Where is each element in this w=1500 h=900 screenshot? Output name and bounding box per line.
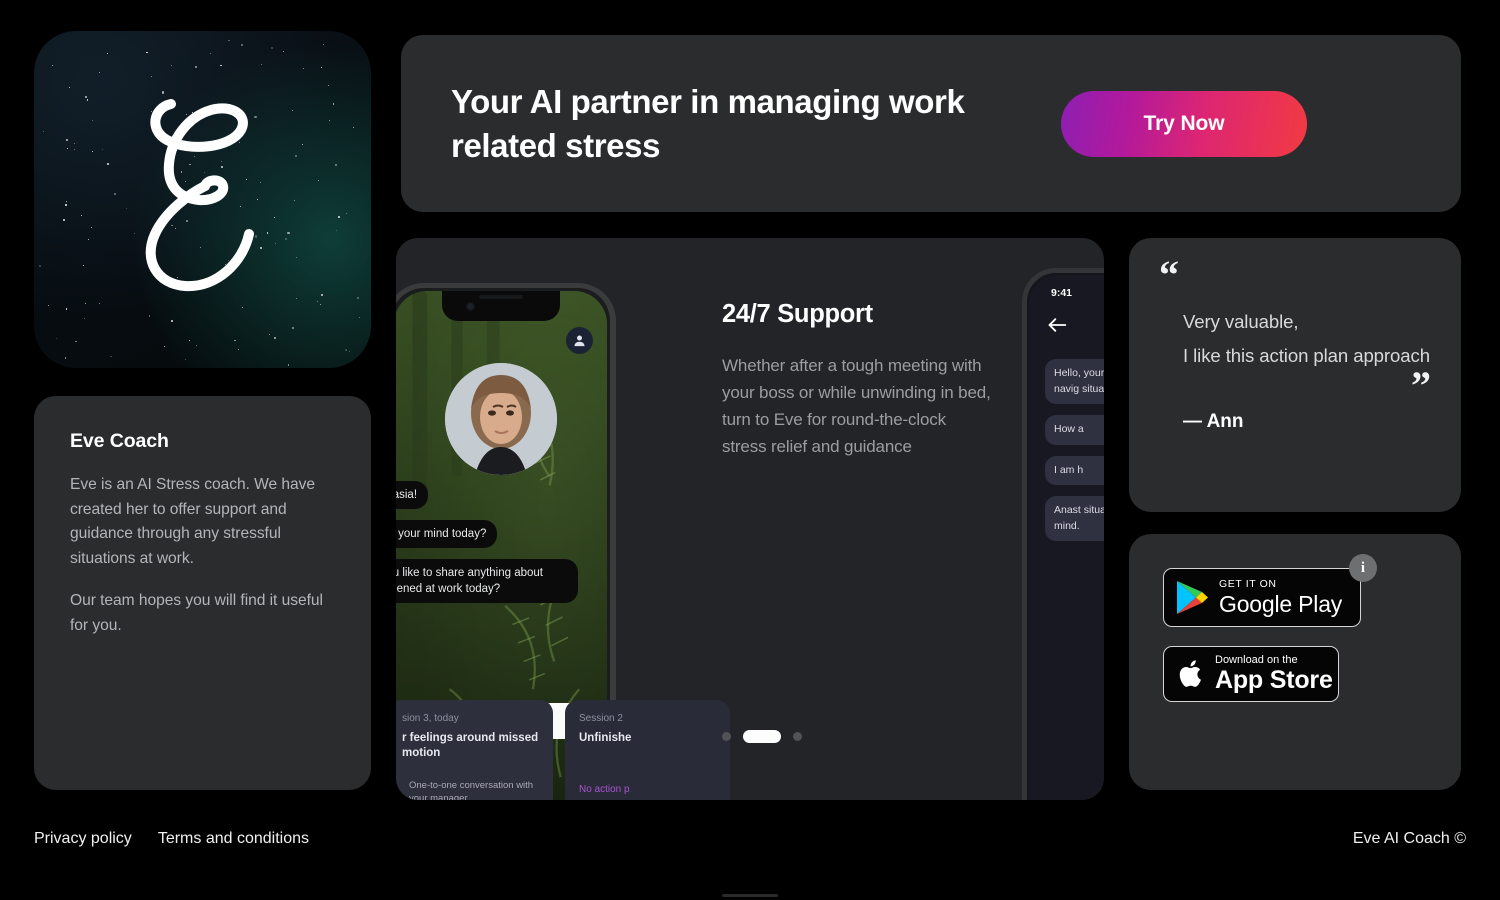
footer-links: Privacy policy Terms and conditions [34, 830, 309, 848]
session-meta: sion 3, today [402, 713, 459, 724]
footer: Privacy policy Terms and conditions Eve … [0, 800, 1500, 900]
carousel-dot[interactable] [722, 732, 731, 741]
session-card-list: sion 3, today r feelings around missed m… [396, 700, 730, 800]
chat-bubble: 's on your mind today? [396, 520, 498, 548]
feature-showcase-panel: nastasia! 's on your mind today? d you lik… [396, 238, 1104, 800]
testimonial-card: “ Very valuable, I like this action plan… [1129, 238, 1461, 512]
session-card[interactable]: Session 2 Unfinishe No action p [565, 700, 730, 800]
chat-bubble: Anast situat Pleas mind. [1045, 496, 1104, 541]
google-play-badge[interactable]: GET IT ON Google Play i [1163, 554, 1377, 627]
testimonial-text: Very valuable, I like this action plan a… [1183, 311, 1430, 366]
app-icon [34, 31, 371, 368]
app-store-big-label: App Store [1215, 666, 1333, 694]
google-play-big-label: Google Play [1219, 590, 1343, 617]
session-card[interactable]: sion 3, today r feelings around missed m… [396, 700, 553, 800]
testimonial-author: — Ann [1183, 411, 1244, 432]
session-status-badge: No action p [579, 784, 630, 795]
copyright-text: Eve AI Coach © [1352, 830, 1466, 847]
apple-icon [1179, 660, 1201, 687]
session-title: r feelings around missed motion [402, 732, 539, 759]
showcase-copy: 24/7 Support Whether after a tough meeti… [722, 300, 994, 460]
info-card-paragraph-1: Eve is an AI Stress coach. We have creat… [70, 476, 316, 567]
close-quote-icon: ” [1411, 363, 1431, 408]
arrow-left-icon[interactable] [1047, 317, 1067, 338]
terms-and-conditions-link[interactable]: Terms and conditions [158, 830, 309, 848]
phone-notch [441, 291, 560, 321]
chat-bubble: How a [1045, 415, 1104, 445]
person-icon[interactable] [566, 327, 593, 354]
session-meta: Session 2 [579, 713, 623, 724]
app-store-small-label: Download on the [1215, 654, 1298, 666]
open-quote-icon: “ [1159, 252, 1179, 297]
carousel-dot-active[interactable] [743, 730, 781, 743]
eve-cursive-e-logo [34, 31, 371, 368]
phone-right-screen: 9:41 Hello, your A offer navig situat How… [1029, 275, 1104, 800]
status-bar-time: 9:41 [1051, 287, 1073, 299]
session-item: One-to-one conversation with your manage… [409, 780, 534, 800]
app-store-badge[interactable]: Download on the App Store [1163, 646, 1339, 702]
notch-camera [465, 302, 475, 311]
info-icon[interactable]: i [1349, 554, 1377, 582]
page-title: Your AI partner in managing work related… [451, 82, 965, 164]
hero-banner: Your AI partner in managing work related… [401, 35, 1461, 212]
chat-bubble: nastasia! [396, 481, 429, 509]
chat-bubble-list-right: Hello, your A offer navig situat How a I a… [1045, 359, 1104, 552]
carousel-indicator[interactable] [722, 730, 802, 743]
phone-mockup-right: 9:41 Hello, your A offer navig situat How… [1022, 268, 1104, 800]
google-play-icon [1177, 581, 1208, 614]
app-store-badges-card: GET IT ON Google Play i Download on the … [1129, 534, 1461, 790]
try-now-button[interactable]: Try Now [1061, 90, 1307, 157]
notch-speaker [478, 295, 523, 299]
google-play-small-label: GET IT ON [1219, 578, 1277, 591]
carousel-dot[interactable] [793, 732, 802, 741]
eve-coach-info-card: Eve Coach Eve is an AI Stress coach. We … [34, 396, 371, 790]
landing-page: Eve Coach Eve is an AI Stress coach. We … [0, 0, 1500, 900]
info-card-title: Eve Coach [70, 430, 169, 452]
info-card-paragraph-2: Our team hopes you will find it useful f… [70, 592, 323, 634]
session-title: Unfinishe [579, 732, 632, 744]
showcase-body: Whether after a tough meeting with your … [722, 356, 991, 456]
chat-bubble-list-left: nastasia! 's on your mind today? d you lik… [396, 481, 600, 614]
showcase-title: 24/7 Support [722, 300, 873, 328]
coach-portrait [444, 363, 557, 475]
chat-bubble: Hello, your A offer navig situat [1045, 359, 1104, 404]
home-indicator [722, 894, 778, 897]
avatar [444, 363, 557, 475]
chat-bubble: d you like to share anything about happe… [396, 559, 578, 603]
privacy-policy-link[interactable]: Privacy policy [34, 830, 132, 848]
chat-bubble: I am h [1045, 455, 1104, 485]
